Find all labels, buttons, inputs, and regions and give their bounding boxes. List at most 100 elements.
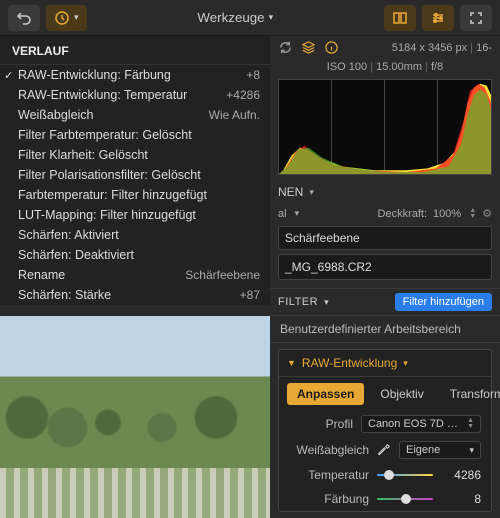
history-item[interactable]: Filter Farbtemperatur: Gelöscht [0, 125, 270, 145]
tab-adjust[interactable]: Anpassen [287, 383, 364, 405]
right-panel: 5184 x 3456 px | 16- ISO 100 | 15.00mm |… [270, 36, 500, 518]
fullscreen-button[interactable] [460, 5, 492, 31]
history-item[interactable]: RAW-Entwicklung: Färbung+8 [0, 65, 270, 85]
top-toolbar: ▾ Werkzeuge ▾ [0, 0, 500, 36]
iso-text: ISO 100 [327, 61, 367, 73]
history-item[interactable]: Filter Polarisationsfilter: Gelöscht [0, 165, 270, 185]
history-button[interactable]: ▾ [46, 5, 87, 31]
history-item[interactable]: LUT-Mapping: Filter hinzugefügt [0, 205, 270, 225]
history-item-label: Schärfen: Deaktiviert [18, 248, 134, 262]
history-title: VERLAUF [0, 36, 270, 65]
tab-lens[interactable]: Objektiv [370, 383, 433, 405]
compare-icon [392, 10, 408, 26]
undo-button[interactable] [8, 5, 40, 31]
opacity-stepper[interactable]: ▲▼ [469, 208, 476, 220]
history-item[interactable]: Schärfen: Aktiviert [0, 225, 270, 245]
profile-row: Profil Canon EOS 7D Ca... ▲▼ [279, 411, 491, 437]
chevron-down-icon: ▾ [74, 12, 79, 23]
opacity-value: 100% [433, 208, 461, 220]
raw-panel: ▼ RAW-Entwicklung ▾ Anpassen Objektiv Tr… [278, 349, 492, 512]
history-item[interactable]: RAW-Entwicklung: Temperatur +4286 [0, 85, 270, 105]
sliders-button[interactable] [422, 5, 454, 31]
compare-button[interactable] [384, 5, 416, 31]
history-item[interactable]: Filter Klarheit: Gelöscht [0, 145, 270, 165]
bitdepth-text: 16- [476, 42, 492, 54]
profile-label: Profil [289, 417, 353, 431]
history-panel: VERLAUF RAW-Entwicklung: Färbung+8RAW-En… [0, 36, 270, 305]
chevron-down-icon: ▾ [309, 187, 314, 198]
histogram-svg [279, 80, 491, 174]
gear-icon[interactable]: ⚙ [482, 207, 492, 220]
tint-slider[interactable] [377, 491, 433, 507]
exif-row: ISO 100 | 15.00mm | f/8 [270, 59, 500, 77]
info-icon[interactable] [324, 40, 339, 55]
eyedropper-icon[interactable] [377, 443, 391, 457]
workspace-row[interactable]: Benutzerdefinierter Arbeitsbereich [270, 315, 500, 343]
history-item-value: Wie Aufn. [209, 108, 260, 122]
layers-section-label: NEN [278, 185, 303, 199]
history-item-label: Filter Farbtemperatur: Gelöscht [18, 128, 192, 142]
history-item-label: Filter Polarisationsfilter: Gelöscht [18, 168, 201, 182]
sliders-icon [430, 10, 446, 26]
layer-name-input[interactable] [278, 226, 492, 250]
wb-select[interactable]: Eigene ▾ [399, 441, 481, 459]
history-item[interactable]: Farbtemperatur: Filter hinzugefügt [0, 185, 270, 205]
tint-row: Färbung 8 [279, 487, 491, 511]
blend-row: al ▾ Deckkraft: 100% ▲▼ ⚙ [270, 203, 500, 224]
filename-box[interactable]: _MG_6988.CR2 [278, 254, 492, 280]
blend-label: al [278, 208, 287, 220]
temperature-slider[interactable] [377, 467, 433, 483]
filter-title: FILTER [278, 296, 318, 308]
history-item-label: Schärfen: Stärke [18, 288, 111, 302]
triangle-down-icon: ▼ [287, 358, 296, 368]
profile-select[interactable]: Canon EOS 7D Ca... ▲▼ [361, 415, 481, 433]
wb-row: Weißabgleich Eigene ▾ [279, 437, 491, 463]
aperture-text: f/8 [431, 61, 443, 73]
history-item-value: Schärfeebene [185, 268, 260, 282]
tab-transform[interactable]: Transformi... [440, 383, 500, 405]
chevron-down-icon[interactable]: ▾ [324, 297, 329, 308]
layers-icon[interactable] [301, 40, 316, 55]
raw-panel-title: RAW-Entwicklung [302, 356, 397, 370]
chevron-down-icon[interactable]: ▾ [403, 358, 408, 369]
history-item-label: RAW-Entwicklung: Temperatur [18, 88, 187, 102]
opacity-label: Deckkraft: [378, 208, 428, 220]
history-item-value: +4286 [226, 88, 260, 102]
undo-icon [16, 10, 32, 26]
clock-icon [54, 10, 70, 26]
dimensions-text: 5184 x 3456 px [392, 42, 467, 54]
history-item-label: Schärfen: Aktiviert [18, 228, 119, 242]
history-list: RAW-Entwicklung: Färbung+8RAW-Entwicklun… [0, 65, 270, 305]
history-item[interactable]: Rename Schärfeebene [0, 265, 270, 285]
filter-header: FILTER ▾ Filter hinzufügen [270, 288, 500, 315]
temperature-value: 4286 [441, 468, 481, 482]
history-item-label: Weißabgleich [18, 108, 94, 122]
chevron-down-icon: ▾ [269, 12, 274, 23]
histogram[interactable] [278, 79, 492, 175]
wb-value: Eigene [406, 444, 463, 456]
temperature-row: Temperatur 4286 [279, 463, 491, 487]
history-item-label: RAW-Entwicklung: Färbung [18, 68, 171, 82]
image-preview[interactable] [0, 316, 270, 518]
raw-panel-header[interactable]: ▼ RAW-Entwicklung ▾ [279, 350, 491, 377]
history-item-label: LUT-Mapping: Filter hinzugefügt [18, 208, 196, 222]
history-item[interactable]: Weißabgleich Wie Aufn. [0, 105, 270, 125]
profile-value: Canon EOS 7D Ca... [368, 418, 459, 430]
layer-name-field[interactable] [278, 226, 492, 250]
add-filter-button[interactable]: Filter hinzufügen [395, 293, 492, 311]
history-item-label: Farbtemperatur: Filter hinzugefügt [18, 188, 207, 202]
tint-value: 8 [441, 492, 481, 506]
tools-dropdown[interactable]: Werkzeuge ▾ [183, 5, 287, 30]
history-item-value: +87 [240, 288, 260, 302]
focal-text: 15.00mm [376, 61, 422, 73]
refresh-icon[interactable] [278, 40, 293, 55]
tools-label: Werkzeuge [197, 10, 264, 25]
info-row: 5184 x 3456 px | 16- [270, 36, 500, 59]
temperature-label: Temperatur [289, 468, 369, 482]
history-item[interactable]: Schärfen: Deaktiviert [0, 245, 270, 265]
expand-icon [468, 10, 484, 26]
chevron-down-icon[interactable]: ▾ [295, 208, 300, 219]
layers-section-header[interactable]: NEN ▾ [270, 181, 500, 203]
history-item[interactable]: Schärfen: Stärke +87 [0, 285, 270, 305]
history-item-label: Rename [18, 268, 65, 282]
